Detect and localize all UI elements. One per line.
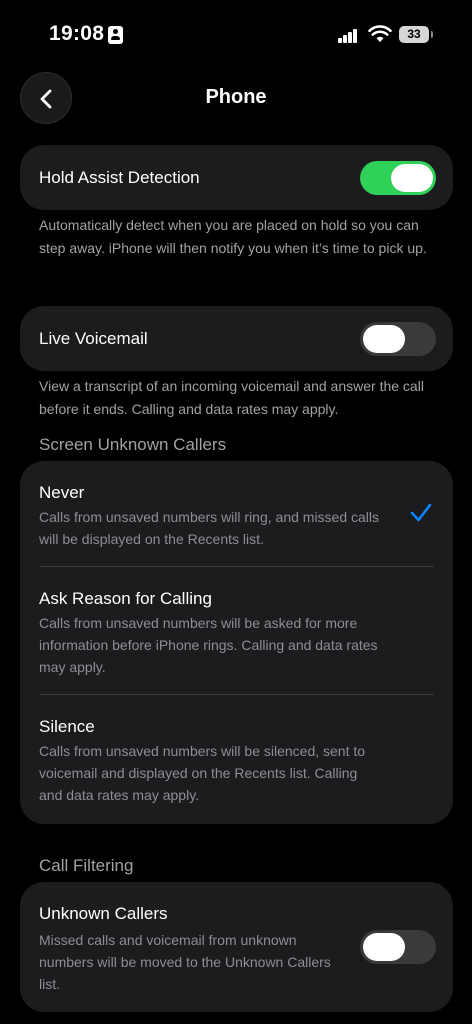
option-description: Calls from unsaved numbers will be silen… xyxy=(39,743,366,803)
hold-assist-card: Hold Assist Detection xyxy=(20,145,453,210)
toggle-knob xyxy=(391,164,433,192)
unknown-callers-title: Unknown Callers xyxy=(39,904,168,923)
option-description: Calls from unsaved numbers will be asked… xyxy=(39,615,378,675)
live-voicemail-footnote: View a transcript of an incoming voicema… xyxy=(39,378,424,417)
option-title: Never xyxy=(39,483,85,502)
unknown-callers-toggle[interactable] xyxy=(360,930,436,964)
checkmark-icon xyxy=(410,503,432,522)
hold-assist-footnote: Automatically detect when you are placed… xyxy=(39,217,427,256)
option-silence[interactable]: Silence Calls from unsaved numbers will … xyxy=(20,695,453,824)
option-ask-reason[interactable]: Ask Reason for Calling Calls from unsave… xyxy=(20,567,453,694)
live-voicemail-toggle[interactable] xyxy=(360,322,436,356)
toggle-knob xyxy=(363,325,405,353)
screen-unknown-card: Never Calls from unsaved numbers will ri… xyxy=(20,461,453,824)
option-never[interactable]: Never Calls from unsaved numbers will ri… xyxy=(20,461,453,566)
call-filtering-header: Call Filtering xyxy=(39,856,134,875)
option-description: Calls from unsaved numbers will ring, an… xyxy=(39,509,380,547)
hold-assist-toggle[interactable] xyxy=(360,161,436,195)
live-voicemail-card: Live Voicemail xyxy=(20,306,453,371)
option-title: Silence xyxy=(39,717,95,736)
toggle-knob xyxy=(363,933,405,961)
battery-cap xyxy=(431,31,433,38)
option-title: Ask Reason for Calling xyxy=(39,589,212,608)
call-filtering-card: Unknown Callers Missed calls and voicema… xyxy=(20,882,453,1012)
unknown-callers-description: Missed calls and voicemail from unknown … xyxy=(39,932,331,992)
page-title: Phone xyxy=(205,86,267,108)
live-voicemail-label: Live Voicemail xyxy=(39,329,148,348)
screen-unknown-header: Screen Unknown Callers xyxy=(39,435,227,454)
hold-assist-label: Hold Assist Detection xyxy=(39,168,200,187)
